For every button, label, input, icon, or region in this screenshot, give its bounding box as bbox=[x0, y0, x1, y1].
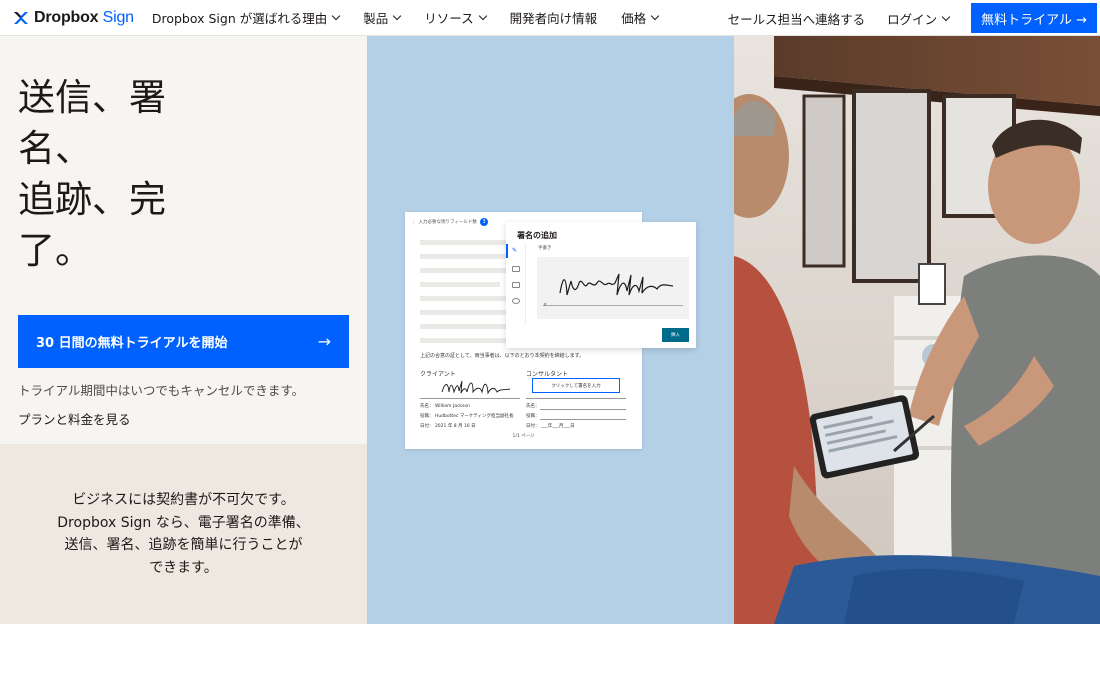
pad-baseline bbox=[543, 305, 683, 306]
consultant-heading: コンサルタント bbox=[526, 371, 569, 378]
keyboard-icon[interactable] bbox=[512, 266, 520, 272]
product-mockup-panel: ⋮ 入力必要な残りフィールド数 3 上記の合意の証として、両当事者は、以下のとお… bbox=[367, 36, 734, 624]
description-line: 送信、署名、追跡を簡単に行うことが bbox=[64, 537, 303, 553]
text-placeholder-line bbox=[420, 240, 510, 245]
text-placeholder-line bbox=[420, 268, 510, 273]
nav-item-products[interactable]: 製品 bbox=[363, 8, 402, 27]
hero-title-line: 了。 bbox=[18, 229, 92, 272]
consultant-name-field: 氏名： bbox=[526, 404, 540, 409]
nav-item-pricing[interactable]: 価格 bbox=[621, 8, 660, 27]
signature-draw-pad[interactable] bbox=[537, 257, 689, 319]
login-menu[interactable]: ログイン bbox=[887, 9, 951, 28]
more-vert-icon: ⋮ bbox=[411, 219, 416, 225]
consultant-date-field: 日付： ___年___月___日 bbox=[526, 423, 575, 429]
logo-sub: Sign bbox=[102, 8, 134, 26]
field-label: 日付： bbox=[420, 424, 434, 429]
hero-title-line: 送信、署 bbox=[18, 76, 166, 119]
consultant-role-field: 役職： bbox=[526, 414, 540, 419]
client-name-field: 氏名： William Jackson bbox=[420, 403, 470, 409]
field-underline bbox=[540, 409, 626, 410]
nav-item-why[interactable]: Dropbox Sign が選ばれる理由 bbox=[151, 8, 341, 27]
add-signature-modal: 署名の追加 手書き ✎ × 挿入 bbox=[506, 222, 696, 348]
field-label: 氏名： bbox=[420, 404, 434, 409]
pen-icon[interactable]: ✎ bbox=[512, 247, 517, 254]
signature-underline bbox=[526, 398, 626, 399]
nav-menu: Dropbox Sign が選ばれる理由 製品 リソース 開発者向け情報 価格 bbox=[152, 8, 682, 27]
description-text: ビジネスには契約書が不可欠です。 Dropbox Sign なら、電子署名の準備… bbox=[30, 489, 337, 579]
client-role: Hudbottec マーケティング担当副社長 bbox=[434, 414, 514, 419]
nav-label: 製品 bbox=[363, 11, 389, 26]
chevron-down-icon bbox=[941, 12, 951, 21]
client-date: 2021 年 8 月 16 日 bbox=[434, 424, 476, 429]
nav-item-developers[interactable]: 開発者向け情報 bbox=[510, 8, 598, 27]
history-icon[interactable] bbox=[512, 298, 520, 304]
field-underline bbox=[540, 419, 626, 420]
start-trial-button[interactable]: 30 日間の無料トライアルを開始 → bbox=[18, 315, 349, 368]
text-placeholder-line bbox=[420, 324, 510, 329]
hero-panel: 送信、署 名、 追跡、完 了。 30 日間の無料トライアルを開始 → トライアル… bbox=[0, 36, 367, 444]
active-tab-indicator bbox=[506, 244, 508, 258]
cancel-note: トライアル期間中はいつでもキャンセルできます。 bbox=[18, 383, 305, 398]
nav-item-resources[interactable]: リソース bbox=[424, 8, 487, 27]
hero-title-line: 追跡、完 bbox=[18, 178, 166, 221]
description-line: Dropbox Sign なら、電子署名の準備、 bbox=[57, 514, 310, 531]
logo-text: Dropbox bbox=[34, 8, 99, 26]
client-heading: クライアント bbox=[420, 371, 456, 378]
client-signature-image bbox=[441, 380, 511, 395]
camera-icon[interactable] bbox=[512, 282, 520, 288]
chevron-down-icon bbox=[332, 11, 341, 21]
field-label: 日付： bbox=[526, 424, 540, 429]
clear-signature-icon[interactable]: × bbox=[543, 302, 547, 308]
hero-photo-illustration bbox=[734, 36, 1100, 624]
hero-photo bbox=[734, 36, 1100, 624]
page-indicator: 1/1 ページ bbox=[512, 434, 535, 439]
required-fields-indicator: ⋮ 入力必要な残りフィールド数 3 bbox=[411, 218, 488, 226]
modal-tab-label: 手書き bbox=[538, 246, 552, 251]
client-date-field: 日付： 2021 年 8 月 16 日 bbox=[420, 423, 476, 429]
nav-label: 開発者向け情報 bbox=[509, 11, 598, 26]
modal-tab-rail: ✎ bbox=[506, 244, 526, 324]
chevron-down-icon bbox=[478, 11, 487, 21]
required-count: 3 bbox=[479, 218, 488, 226]
client-role-field: 役職： Hudbottec マーケティング担当副社長 bbox=[420, 413, 513, 419]
modal-title: 署名の追加 bbox=[517, 231, 557, 240]
required-label: 入力必要な残りフィールド数 bbox=[418, 220, 477, 225]
arrow-right-icon: → bbox=[317, 332, 331, 351]
insert-button[interactable]: 挿入 bbox=[662, 328, 689, 342]
text-placeholder-line bbox=[420, 254, 510, 259]
top-navigation: Dropbox Sign Dropbox Sign が選ばれる理由 製品 リソー… bbox=[0, 0, 1100, 36]
nav-label: Dropbox Sign が選ばれる理由 bbox=[151, 11, 328, 26]
consultant-sign-field[interactable]: クリックして署名を入力 bbox=[532, 378, 620, 393]
chevron-down-icon bbox=[650, 11, 660, 21]
agreement-text: 上記の合意の証として、両当事者は、以下のとおり本契約を締結します。 bbox=[420, 353, 585, 359]
hero-title: 送信、署 名、 追跡、完 了。 bbox=[18, 72, 198, 276]
chevron-down-icon bbox=[393, 11, 402, 21]
description-line: できます。 bbox=[149, 559, 218, 576]
signature-underline bbox=[420, 398, 520, 399]
text-placeholder-line bbox=[420, 282, 500, 287]
dropbox-sign-logo[interactable]: Dropbox Sign bbox=[12, 9, 134, 27]
consultant-date: ___年___月___日 bbox=[540, 424, 575, 429]
dropbox-logo-icon bbox=[12, 9, 30, 27]
contact-sales-link[interactable]: セールス担当へ連絡する bbox=[728, 9, 866, 28]
sign-prompt: クリックして署名を入力 bbox=[551, 383, 601, 389]
drawn-signature bbox=[559, 273, 674, 296]
nav-label: リソース bbox=[424, 11, 474, 26]
free-trial-button[interactable]: 無料トライアル → bbox=[971, 3, 1097, 33]
login-label: ログイン bbox=[887, 11, 938, 27]
description-line: ビジネスには契約書が不可欠です。 bbox=[72, 492, 295, 508]
field-label: 役職： bbox=[420, 414, 434, 419]
client-name: William Jackson bbox=[434, 404, 470, 409]
nav-label: 価格 bbox=[621, 11, 647, 26]
cta-label: 30 日間の無料トライアルを開始 bbox=[36, 336, 228, 351]
nav-right: セールス担当へ連絡する ログイン 無料トライアル → bbox=[728, 0, 1097, 36]
text-placeholder-line bbox=[420, 296, 510, 301]
description-panel: ビジネスには契約書が不可欠です。 Dropbox Sign なら、電子署名の準備… bbox=[0, 444, 367, 624]
text-placeholder-line bbox=[420, 338, 510, 343]
text-placeholder-line bbox=[420, 310, 510, 315]
pricing-link[interactable]: プランと料金を見る bbox=[18, 409, 131, 428]
hero-title-line: 名、 bbox=[18, 127, 92, 170]
